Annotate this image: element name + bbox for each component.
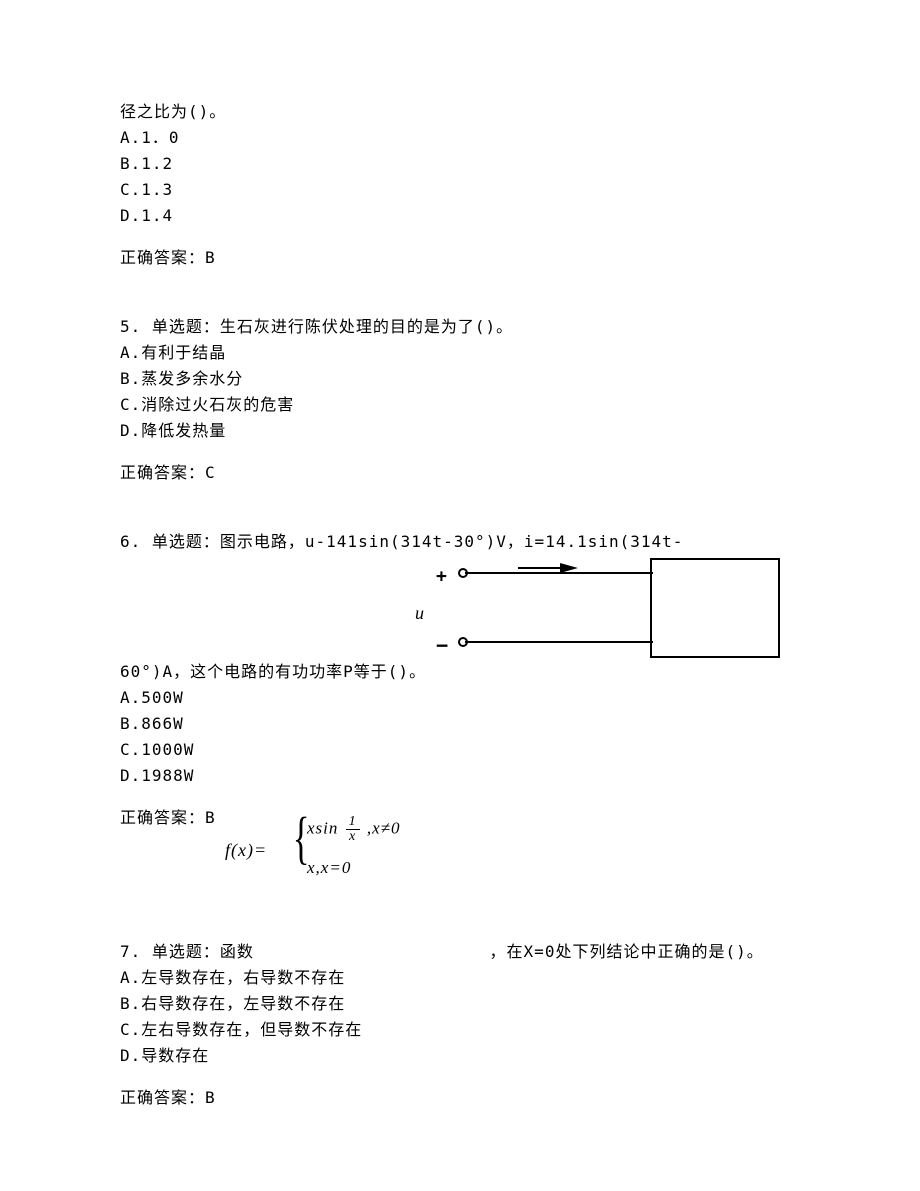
current-arrow-tail bbox=[518, 567, 563, 569]
question-stem-line1: 6. 单选题：图示电路，u-141sin(314t-30°)V，i=14.1si… bbox=[120, 530, 800, 554]
question-stem-line2: 60°)A，这个电路的有功功率P等于()。 bbox=[120, 660, 800, 684]
option-a: A.500W bbox=[120, 686, 800, 710]
option-d: D.1988W bbox=[120, 764, 800, 788]
question-6: 6. 单选题：图示电路，u-141sin(314t-30°)V，i=14.1si… bbox=[120, 530, 800, 830]
question-stem: 5. 单选题：生石灰进行陈伏处理的目的是为了()。 bbox=[120, 315, 800, 339]
question-4-continued: 径之比为()。 A.1．0 B.1.2 C.1.3 D.1.4 正确答案：B bbox=[120, 100, 800, 270]
option-a: A.1．0 bbox=[120, 126, 800, 150]
correct-answer: 正确答案：B bbox=[120, 806, 800, 830]
stem-before: 7. 单选题：函数 bbox=[120, 942, 254, 961]
option-b: B.866W bbox=[120, 712, 800, 736]
question-7: 7. 单选题：函数 f(x)= { xsin 1 x ,x≠0 x,x=0 ，在… bbox=[120, 875, 800, 1110]
formula-case2: x,x=0 bbox=[307, 855, 351, 881]
wire-top bbox=[465, 572, 653, 574]
option-d: D.1.4 bbox=[120, 204, 800, 228]
stem-after: ，在X=0处下列结论中正确的是()。 bbox=[490, 942, 764, 961]
correct-answer: 正确答案：B bbox=[120, 1086, 800, 1110]
question-stem: 7. 单选题：函数 f(x)= { xsin 1 x ,x≠0 x,x=0 ，在… bbox=[120, 875, 800, 964]
fraction: 1 x bbox=[346, 815, 360, 844]
option-b: B.蒸发多余水分 bbox=[120, 367, 800, 391]
formula-case1: xsin 1 x ,x≠0 bbox=[307, 815, 401, 844]
option-b: B.右导数存在，左导数不存在 bbox=[120, 992, 800, 1016]
option-a: A.左导数存在，右导数不存在 bbox=[120, 966, 800, 990]
case1-pre: xsin bbox=[307, 818, 338, 837]
case1-post: ,x≠0 bbox=[367, 818, 401, 837]
option-c: C.左右导数存在，但导数不存在 bbox=[120, 1018, 800, 1042]
voltage-label: u bbox=[415, 600, 424, 627]
option-b: B.1.2 bbox=[120, 152, 800, 176]
fraction-num: 1 bbox=[346, 815, 360, 830]
question-5: 5. 单选题：生石灰进行陈伏处理的目的是为了()。 A.有利于结晶 B.蒸发多余… bbox=[120, 315, 800, 485]
option-c: C.1000W bbox=[120, 738, 800, 762]
minus-icon: − bbox=[436, 630, 448, 660]
question-stem: 径之比为()。 bbox=[120, 100, 800, 124]
circuit-diagram: + − u bbox=[430, 558, 780, 663]
option-d: D.降低发热量 bbox=[120, 419, 800, 443]
fraction-den: x bbox=[346, 830, 360, 844]
plus-icon: + bbox=[436, 563, 447, 590]
option-c: C.消除过火石灰的危害 bbox=[120, 393, 800, 417]
current-arrow-icon bbox=[560, 563, 578, 573]
correct-answer: 正确答案：C bbox=[120, 461, 800, 485]
formula-fx: f(x)= bbox=[225, 837, 267, 864]
piecewise-function: f(x)= { xsin 1 x ,x≠0 x,x=0 bbox=[225, 815, 445, 885]
option-a: A.有利于结晶 bbox=[120, 341, 800, 365]
circuit-load-box bbox=[650, 558, 780, 658]
correct-answer: 正确答案：B bbox=[120, 246, 800, 270]
wire-bottom bbox=[465, 641, 653, 643]
option-c: C.1.3 bbox=[120, 178, 800, 202]
option-d: D.导数存在 bbox=[120, 1044, 800, 1068]
